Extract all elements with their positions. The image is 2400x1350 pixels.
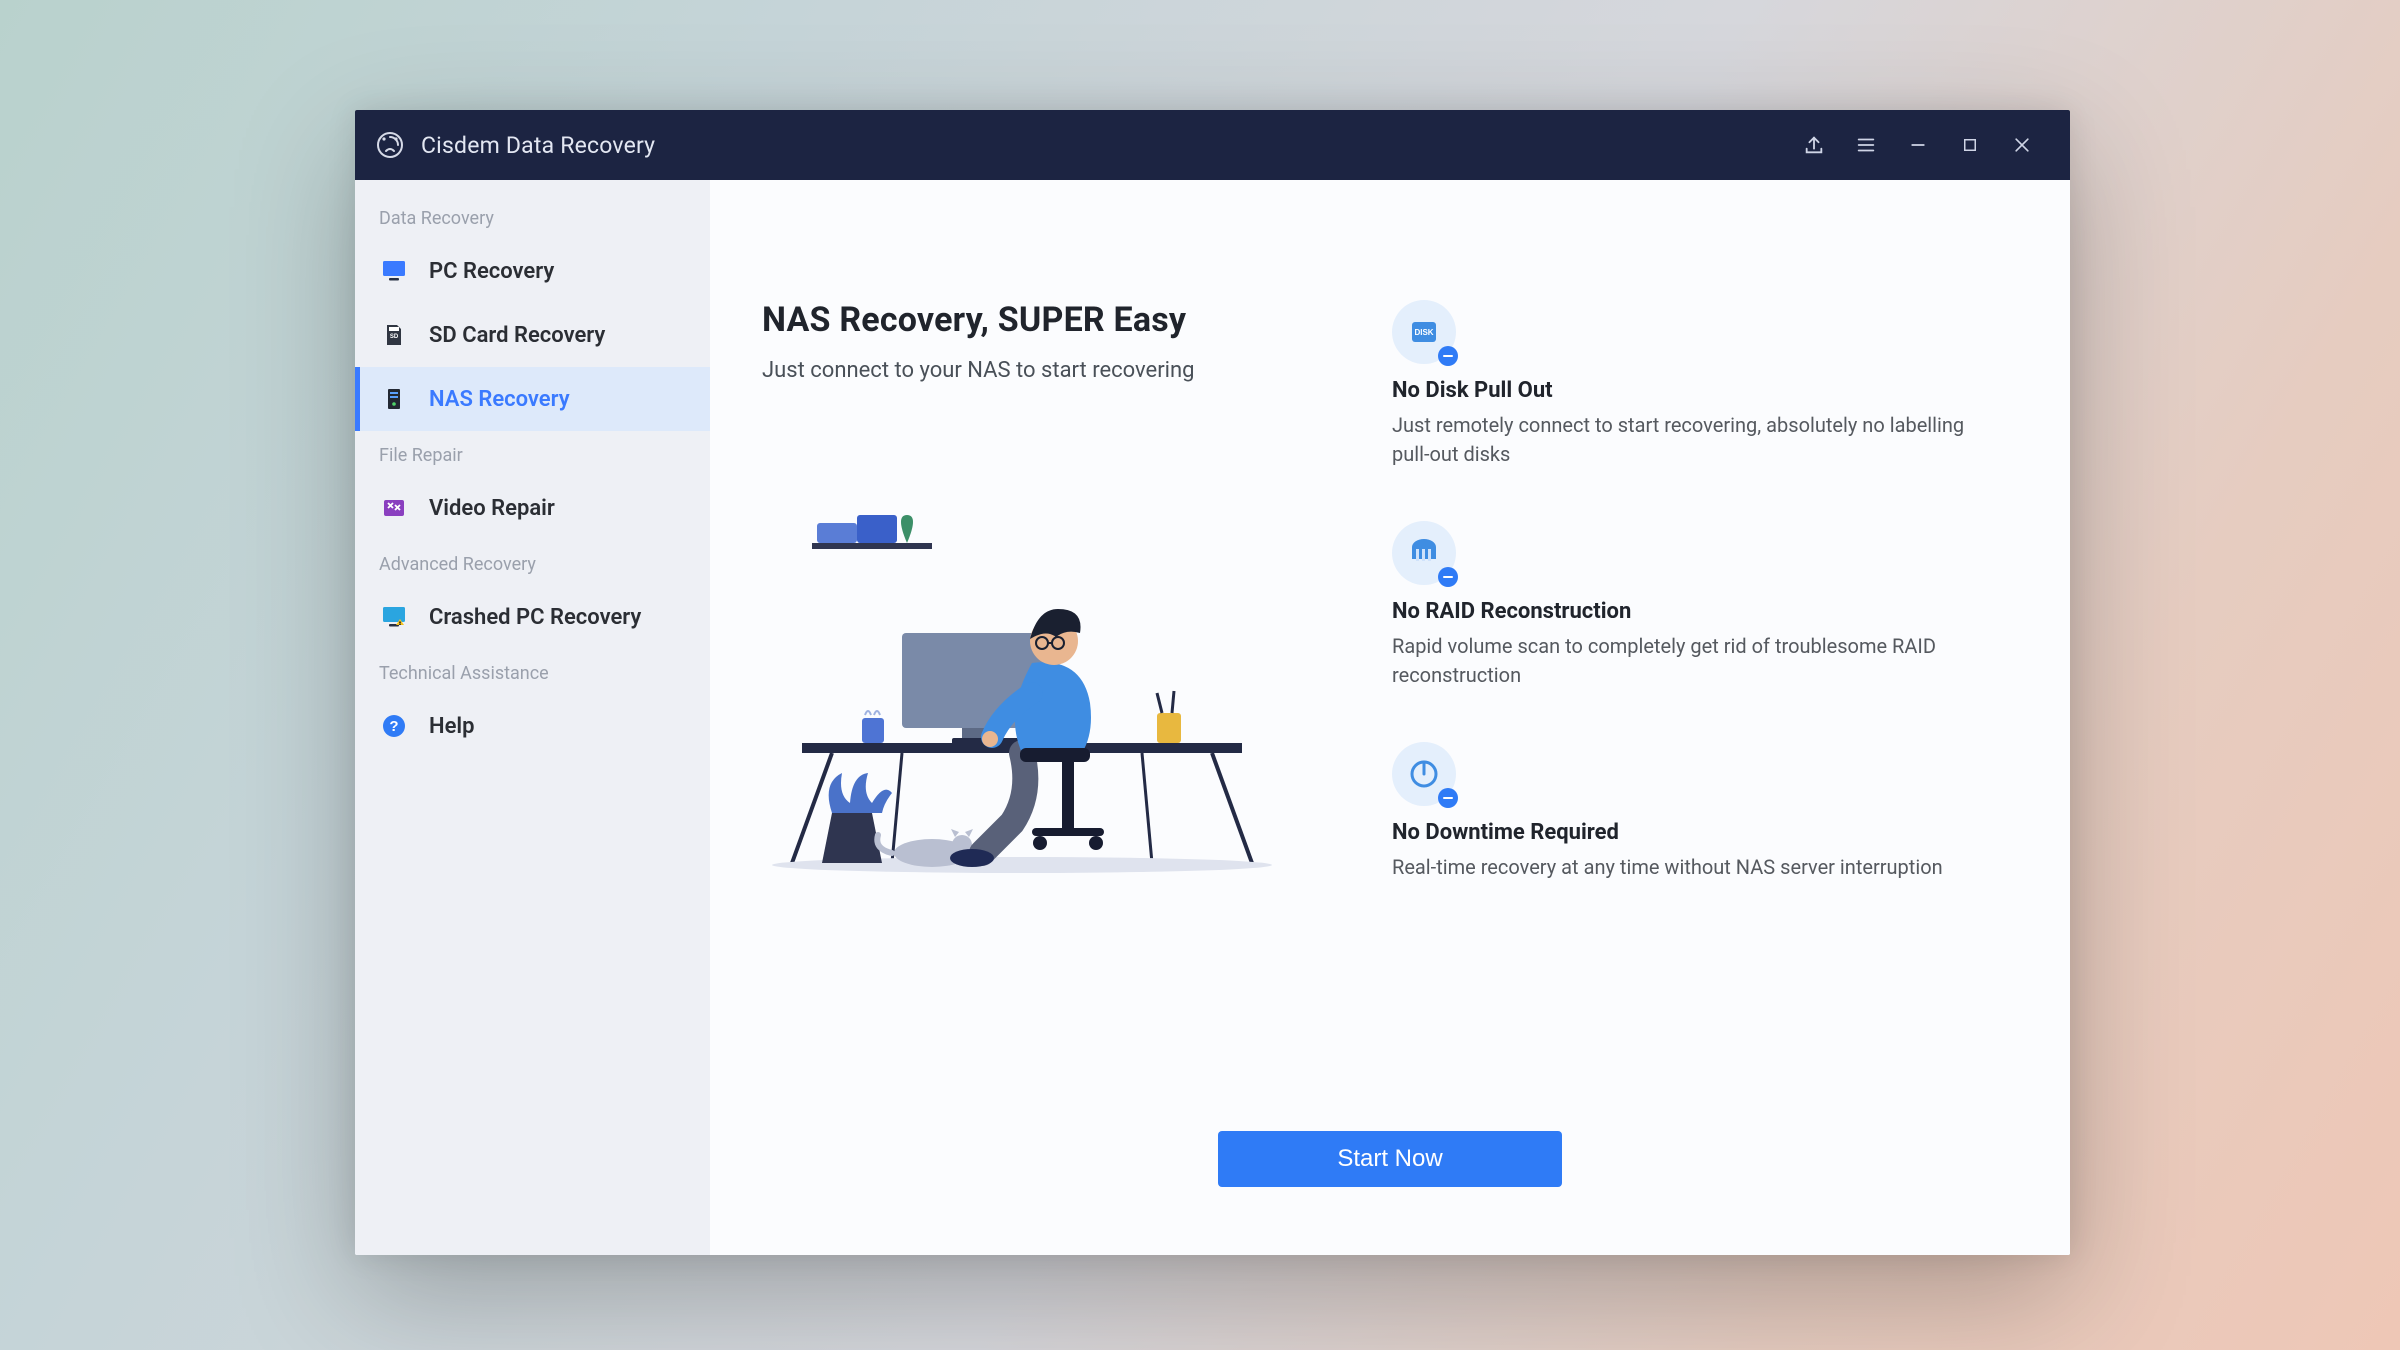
power-icon [1392, 742, 1456, 806]
feature-desc: Real-time recovery at any time without N… [1392, 853, 1992, 882]
help-icon: ? [379, 711, 409, 741]
app-body: Data Recovery PC Recovery SD [355, 180, 2070, 1255]
crashed-pc-icon [379, 602, 409, 632]
feature-no-downtime: No Downtime Required Real-time recovery … [1392, 742, 1992, 882]
sidebar-item-label: Help [429, 714, 475, 739]
sidebar-item-label: Crashed PC Recovery [429, 605, 641, 630]
hero-illustration [762, 493, 1282, 873]
disk-icon: DISK [1392, 300, 1456, 364]
feature-title: No Disk Pull Out [1392, 378, 1992, 403]
svg-text:?: ? [389, 718, 398, 735]
minus-badge-icon [1438, 567, 1458, 587]
sidebar-section-data-recovery: Data Recovery [355, 194, 710, 239]
app-window: Cisdem Data Recovery [355, 110, 2070, 1255]
raid-icon [1392, 521, 1456, 585]
sidebar-item-label: NAS Recovery [429, 387, 570, 412]
sidebar-item-help[interactable]: ? Help [355, 694, 710, 758]
start-now-button[interactable]: Start Now [1218, 1131, 1562, 1187]
sidebar-item-label: SD Card Recovery [429, 323, 605, 348]
menu-icon[interactable] [1842, 121, 1890, 169]
svg-text:DISK: DISK [1414, 328, 1433, 337]
sidebar-section-advanced-recovery: Advanced Recovery [355, 540, 710, 585]
sidebar-item-sd-card-recovery[interactable]: SD SD Card Recovery [355, 303, 710, 367]
page-title: NAS Recovery, SUPER Easy [762, 300, 1322, 340]
close-button[interactable] [1998, 121, 2046, 169]
feature-desc: Just remotely connect to start recoverin… [1392, 411, 1992, 469]
feature-desc: Rapid volume scan to completely get rid … [1392, 632, 1992, 690]
maximize-button[interactable] [1946, 121, 1994, 169]
sidebar-section-file-repair: File Repair [355, 431, 710, 476]
nas-icon [379, 384, 409, 414]
feature-no-disk-pull-out: DISK No Disk Pull Out Just remotely conn… [1392, 300, 1992, 469]
minus-badge-icon [1438, 346, 1458, 366]
sidebar-item-video-repair[interactable]: Video Repair [355, 476, 710, 540]
sidebar-item-crashed-pc-recovery[interactable]: Crashed PC Recovery [355, 585, 710, 649]
sidebar-section-technical-assistance: Technical Assistance [355, 649, 710, 694]
sidebar-item-pc-recovery[interactable]: PC Recovery [355, 239, 710, 303]
sidebar-item-label: PC Recovery [429, 259, 554, 284]
svg-text:SD: SD [390, 334, 399, 340]
upload-icon[interactable] [1790, 121, 1838, 169]
monitor-icon [379, 256, 409, 286]
feature-title: No Downtime Required [1392, 820, 1992, 845]
video-repair-icon [379, 493, 409, 523]
sidebar: Data Recovery PC Recovery SD [355, 180, 710, 1255]
minus-badge-icon [1438, 788, 1458, 808]
sidebar-item-nas-recovery[interactable]: NAS Recovery [355, 367, 710, 431]
feature-title: No RAID Reconstruction [1392, 599, 1992, 624]
sd-card-icon: SD [379, 320, 409, 350]
sidebar-item-label: Video Repair [429, 496, 555, 521]
app-title: Cisdem Data Recovery [421, 132, 655, 159]
minimize-button[interactable] [1894, 121, 1942, 169]
app-logo-icon [375, 130, 405, 160]
feature-no-raid-reconstruction: No RAID Reconstruction Rapid volume scan… [1392, 521, 1992, 690]
main-content: NAS Recovery, SUPER Easy Just connect to… [710, 180, 2070, 1255]
page-subtitle: Just connect to your NAS to start recove… [762, 358, 1322, 383]
titlebar: Cisdem Data Recovery [355, 110, 2070, 180]
